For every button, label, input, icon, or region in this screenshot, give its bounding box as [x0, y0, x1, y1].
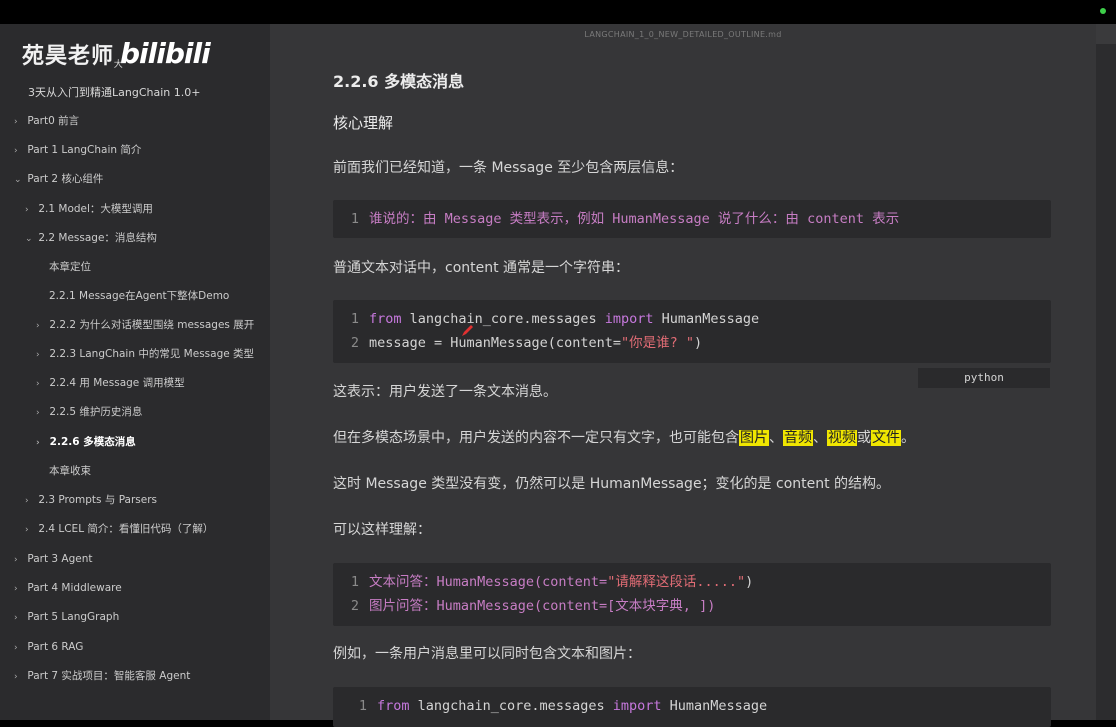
code-line: 1 谁说的：由 Message 类型表示，例如 HumanMessage 说了什么…: [333, 209, 899, 229]
code-block-1[interactable]: 1 谁说的：由 Message 类型表示，例如 HumanMessage 说了什么…: [333, 200, 1051, 238]
paragraph-7: 例如，一条用户消息里可以同时包含文本和图片：: [333, 646, 641, 662]
nav-item-2-2-2[interactable]: › 2.2.2 为什么对话模型围绕 messages 展开: [36, 317, 254, 333]
chevron-right-icon: ›: [25, 525, 29, 535]
code-line: 2 图片问答：HumanMessage(content=[文本块字典, ]): [333, 596, 715, 616]
paragraph-4: 但在多模态场景中，用户发送的内容不一定只有文字，也可能包含图片、音频、视频或文件…: [333, 430, 915, 446]
chevron-right-icon: ›: [36, 350, 40, 360]
nav-item-2-2-6[interactable]: › 2.2.6 多模态消息: [36, 434, 136, 450]
bilibili-watermark: 苑昊老师 bilibili 大: [22, 34, 211, 70]
nav-item-part2[interactable]: ⌄ Part 2 核心组件: [14, 171, 103, 187]
chevron-right-icon: ›: [14, 672, 18, 682]
chevron-right-icon: ›: [36, 321, 40, 331]
paragraph-1: 前面我们已经知道，一条 Message 至少包含两层信息：: [333, 160, 684, 176]
nav-item-2-2[interactable]: ⌄ 2.2 Message：消息结构: [25, 230, 157, 246]
nav-item-2-1[interactable]: › 2.1 Model：大模型调用: [25, 201, 153, 217]
code-line: 1 from langchain_core.messages import Hum…: [333, 309, 759, 329]
nav-item-part4[interactable]: › Part 4 Middleware: [14, 580, 122, 596]
nav-item-chapter-summary[interactable]: 本章收束: [49, 463, 91, 479]
paragraph-2: 普通文本对话中，content 通常是一个字符串：: [333, 260, 630, 276]
bilibili-logo-icon: bilibili: [120, 37, 211, 70]
paragraph-3: 这表示：用户发送了一条文本消息。: [333, 384, 557, 400]
outline-title[interactable]: 3天从入门到精通LangChain 1.0+: [28, 84, 200, 100]
outline-sidebar: 苑昊老师 bilibili 大 3天从入门到精通LangChain 1.0+ ›…: [0, 24, 270, 720]
code-block-4[interactable]: 1 from langchain_core.messages import Hum…: [333, 687, 1051, 727]
line-number: 2: [350, 335, 359, 351]
scrollbar-track[interactable]: [1096, 24, 1116, 720]
document-pane[interactable]: LANGCHAIN_1_0_NEW_DETAILED_OUTLINE.md 2.…: [270, 24, 1096, 727]
chevron-right-icon: ›: [14, 613, 18, 623]
nav-item-2-2-4[interactable]: › 2.2.4 用 Message 调用模型: [36, 375, 185, 391]
subheading: 核心理解: [333, 114, 394, 132]
highlight-audio: 音频: [783, 430, 813, 446]
code-line: 2 message = HumanMessage(content="你是谁? "): [333, 333, 702, 353]
nav-item-part0[interactable]: › Part0 前言: [14, 113, 79, 129]
highlight-image: 图片: [739, 430, 769, 446]
nav-item-chapter-position[interactable]: 本章定位: [49, 259, 91, 275]
nav-item-2-4[interactable]: › 2.4 LCEL 简介：看懂旧代码（了解）: [25, 521, 213, 537]
chevron-down-icon: ⌄: [25, 234, 33, 244]
chevron-right-icon: ›: [36, 379, 40, 389]
code-line: 1 from langchain_core.messages import Hum…: [341, 696, 767, 716]
highlight-video: 视频: [827, 430, 857, 446]
top-bar: [0, 0, 1116, 24]
status-dot-icon: [1100, 8, 1106, 14]
watermark-name: 苑昊老师: [22, 44, 115, 69]
nav-item-2-2-1[interactable]: 2.2.1 Message在Agent下整体Demo: [49, 288, 229, 304]
chevron-right-icon: ›: [14, 146, 18, 156]
nav-item-2-2-5[interactable]: › 2.2.5 维护历史消息: [36, 404, 142, 420]
paragraph-6: 可以这样理解：: [333, 522, 431, 538]
chevron-right-icon: ›: [14, 643, 18, 653]
pen-cursor-icon: [462, 325, 473, 336]
nav-item-part1[interactable]: › Part 1 LangChain 简介: [14, 142, 141, 158]
nav-item-2-2-3[interactable]: › 2.2.3 LangChain 中的常见 Message 类型: [36, 346, 254, 362]
chevron-right-icon: ›: [14, 555, 18, 565]
section-heading: 2.2.6 多模态消息: [333, 72, 465, 91]
nav-item-part5[interactable]: › Part 5 LangGraph: [14, 609, 119, 625]
line-number: 2: [350, 598, 359, 614]
code-block-2[interactable]: 1 from langchain_core.messages import Hum…: [333, 300, 1051, 363]
code-block-3[interactable]: 1 文本问答：HumanMessage(content="请解释这段话....."…: [333, 563, 1051, 626]
chevron-right-icon: ›: [36, 408, 40, 418]
line-number: 1: [358, 698, 367, 714]
chevron-down-icon: ⌄: [14, 175, 22, 185]
line-number: 1: [350, 311, 359, 327]
highlight-file: 文件: [871, 430, 901, 446]
chevron-right-icon: ›: [14, 584, 18, 594]
line-number: 1: [350, 574, 359, 590]
nav-item-part6[interactable]: › Part 6 RAG: [14, 639, 83, 655]
scrollbar-thumb[interactable]: [1096, 24, 1116, 44]
paragraph-5: 这时 Message 类型没有变，仍然可以是 HumanMessage；变化的是…: [333, 476, 891, 492]
nav-item-2-3[interactable]: › 2.3 Prompts 与 Parsers: [25, 492, 157, 508]
chevron-right-icon: ›: [14, 117, 18, 127]
chevron-right-icon: ›: [25, 205, 29, 215]
window-filename: LANGCHAIN_1_0_NEW_DETAILED_OUTLINE.md: [584, 30, 782, 39]
code-line: 1 文本问答：HumanMessage(content="请解释这段话....."…: [333, 572, 753, 592]
code-language-tag[interactable]: python: [918, 368, 1050, 388]
nav-item-part3[interactable]: › Part 3 Agent: [14, 551, 93, 567]
watermark-sub: 大: [113, 60, 123, 70]
chevron-right-icon: ›: [36, 438, 40, 448]
chevron-right-icon: ›: [25, 496, 29, 506]
nav-item-part7[interactable]: › Part 7 实战项目：智能客服 Agent: [14, 668, 190, 684]
line-number: 1: [350, 211, 359, 227]
